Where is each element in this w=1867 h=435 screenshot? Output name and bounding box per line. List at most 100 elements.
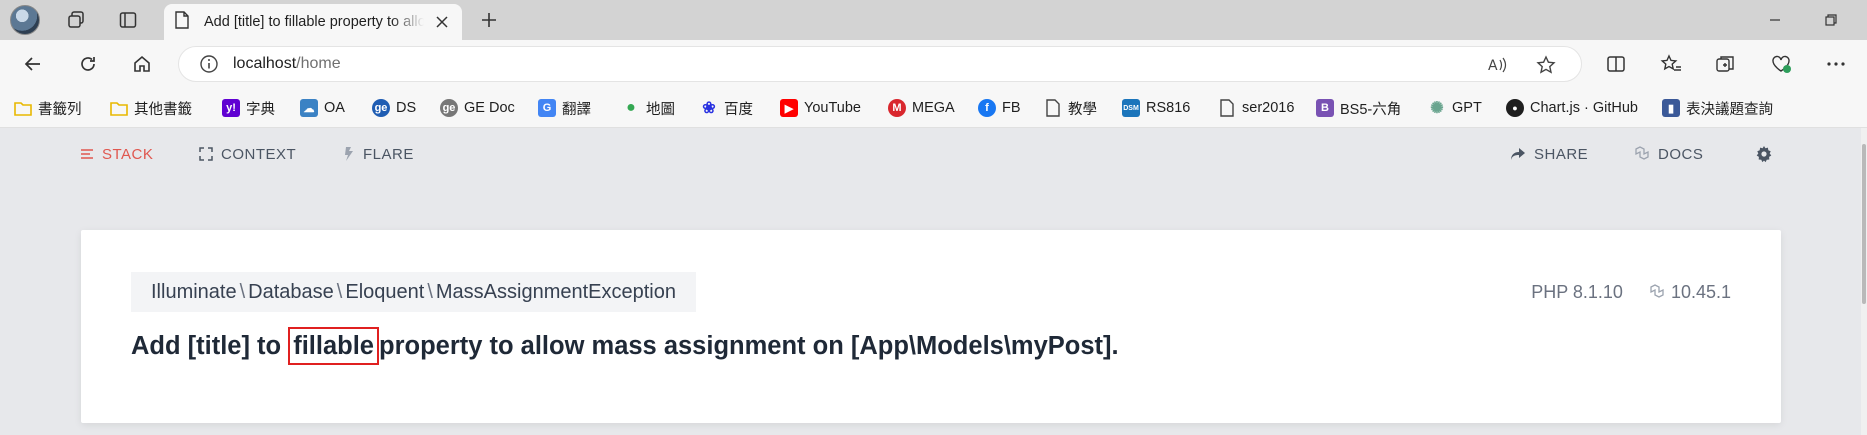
nav-flare[interactable]: FLARE (343, 128, 414, 180)
tab-active[interactable]: Add [title] to fillable property to allo… (164, 4, 462, 40)
site-info-icon[interactable] (199, 54, 219, 74)
bookmark-label: 翻譯 (562, 101, 591, 118)
new-tab-icon[interactable] (474, 4, 504, 36)
back-arrow-icon[interactable] (15, 47, 51, 81)
exception-class[interactable]: Illuminate \ Database \ Eloquent \ MassAssignm… (131, 272, 696, 312)
nav-share[interactable]: SHARE (1510, 128, 1588, 180)
exception-message: Add [title] to fillable property to allow… (131, 327, 1119, 365)
exception-card: Illuminate \ Database \ Eloquent \ MassAssignm… (81, 230, 1781, 423)
laravel-version: 10.45.1 (1670, 281, 1731, 302)
more-menu-icon[interactable] (1818, 47, 1854, 81)
nav-flare-label: FLARE (363, 145, 414, 163)
bookmark-item[interactable]: ● Chart.js · GitHub (1506, 88, 1638, 128)
bookmark-item[interactable]: M MEGA (888, 88, 955, 128)
message-before: Add [title] to (131, 332, 282, 360)
bookmark-label: BS5-六角 (1340, 101, 1402, 118)
document-icon (1044, 99, 1062, 117)
php-version: PHP 8.1.10 (1531, 281, 1623, 302)
split-screen-icon[interactable] (1598, 47, 1634, 81)
bookmark-item[interactable]: y! 字典 (222, 88, 275, 128)
bookmark-label: 教學 (1068, 101, 1097, 118)
document-icon (1218, 99, 1236, 117)
bookmark-label: GPT (1452, 100, 1482, 116)
github-icon: ● (1506, 99, 1524, 117)
bookmark-label: Chart.js · GitHub (1530, 100, 1638, 116)
bookmark-item[interactable]: ❀ 百度 (700, 88, 753, 128)
url-path: /home (296, 55, 341, 72)
namespace-separator: \ (239, 280, 246, 303)
nav-context-label: CONTEXT (221, 145, 297, 163)
nav-stack[interactable]: STACK (80, 128, 153, 180)
favorites-icon[interactable] (1653, 47, 1689, 81)
youtube-icon: ▶ (780, 99, 798, 117)
tab-title: Add [title] to fillable property to allo… (204, 14, 424, 30)
versions: PHP 8.1.10 10.45.1 (1531, 272, 1731, 312)
facebook-icon: f (978, 99, 996, 117)
bookmark-item[interactable]: G 翻譯 (538, 88, 591, 128)
building-icon: ▮ (1662, 99, 1680, 117)
bookmark-label: ser2016 (1242, 100, 1295, 116)
folder-icon (14, 99, 32, 117)
bookmark-label: OA (324, 100, 345, 116)
expand-icon (199, 147, 213, 161)
bookmark-item[interactable]: ● 地圖 (622, 88, 675, 128)
close-tab-icon[interactable] (430, 10, 454, 34)
reload-icon[interactable] (70, 47, 106, 81)
nav-context[interactable]: CONTEXT (199, 128, 296, 180)
bookmark-label: 地圖 (646, 101, 675, 118)
profile-avatar[interactable] (10, 5, 40, 35)
bookmarks-bar: 書籤列 其他書籤 y! 字典 ☁ OA ge DS ge GE Doc G 翻譯 ● 地圖 ❀ 百度 ▶ YouT… (0, 88, 1867, 128)
bookmark-item[interactable]: ✺ GPT (1428, 88, 1482, 128)
bookmark-label: FB (1002, 100, 1021, 116)
namespace-separator: \ (336, 280, 343, 303)
nav-docs[interactable]: DOCS (1634, 128, 1703, 180)
namespace-part: Eloquent (345, 280, 425, 303)
mega-icon: M (888, 99, 906, 117)
bootstrap-icon: B (1316, 99, 1334, 117)
bookmark-label: 表決議題查詢 (1686, 101, 1773, 118)
bookmark-item[interactable]: f FB (978, 88, 1021, 128)
svg-text:A: A (1488, 58, 1498, 74)
workspaces-icon[interactable] (56, 0, 96, 40)
folder-icon (110, 99, 128, 117)
restore-icon[interactable] (1808, 0, 1854, 40)
bookmark-item[interactable]: ☁ OA (300, 88, 345, 128)
bookmark-item[interactable]: ge DS (372, 88, 416, 128)
bookmark-item[interactable]: ▶ YouTube (780, 88, 861, 128)
highlighted-word: fillable (288, 327, 379, 365)
bookmark-label: MEGA (912, 100, 955, 116)
browser-toolbar: localhost/home A (0, 40, 1867, 88)
bookmark-item[interactable]: ▮ 表決議題查詢 (1662, 88, 1773, 128)
read-aloud-icon[interactable]: A (1484, 51, 1514, 79)
favorite-star-icon[interactable] (1531, 51, 1561, 79)
laravel-icon (1635, 146, 1649, 160)
laravel-version-wrap: 10.45.1 (1649, 282, 1731, 303)
bookmark-label: 字典 (246, 101, 275, 118)
browser-essentials-icon[interactable] (1763, 47, 1799, 81)
bookmark-item[interactable]: DSM RS816 (1122, 88, 1190, 128)
namespace-separator: \ (427, 280, 433, 303)
scrollbar-thumb[interactable] (1862, 144, 1866, 304)
address-bar[interactable]: localhost/home A (178, 46, 1582, 82)
home-icon[interactable] (124, 47, 160, 81)
translate-icon: G (538, 99, 556, 117)
bookmark-label: 百度 (724, 101, 753, 118)
bookmark-label: DS (396, 100, 417, 116)
bookmark-item[interactable]: ser2016 (1218, 88, 1294, 128)
cloud-icon: ☁ (300, 99, 318, 117)
settings-gear-icon[interactable] (1755, 128, 1773, 180)
bookmark-item[interactable]: 書籤列 (14, 88, 82, 128)
maps-pin-icon: ● (626, 99, 636, 116)
yahoo-icon: y! (222, 99, 240, 117)
bookmark-item[interactable]: B BS5-六角 (1316, 88, 1401, 128)
minimize-icon[interactable] (1752, 0, 1798, 40)
bookmark-item[interactable]: 教學 (1044, 88, 1097, 128)
namespace-part: Illuminate (151, 280, 237, 303)
url-host: localhost (233, 55, 297, 72)
bookmark-item[interactable]: 其他書籤 (110, 88, 192, 128)
bookmark-label: 其他書籤 (134, 101, 192, 118)
bookmark-item[interactable]: ge GE Doc (440, 88, 515, 128)
collections-icon[interactable] (1708, 47, 1744, 81)
nav-share-label: SHARE (1534, 145, 1589, 163)
tab-actions-icon[interactable] (108, 0, 148, 40)
